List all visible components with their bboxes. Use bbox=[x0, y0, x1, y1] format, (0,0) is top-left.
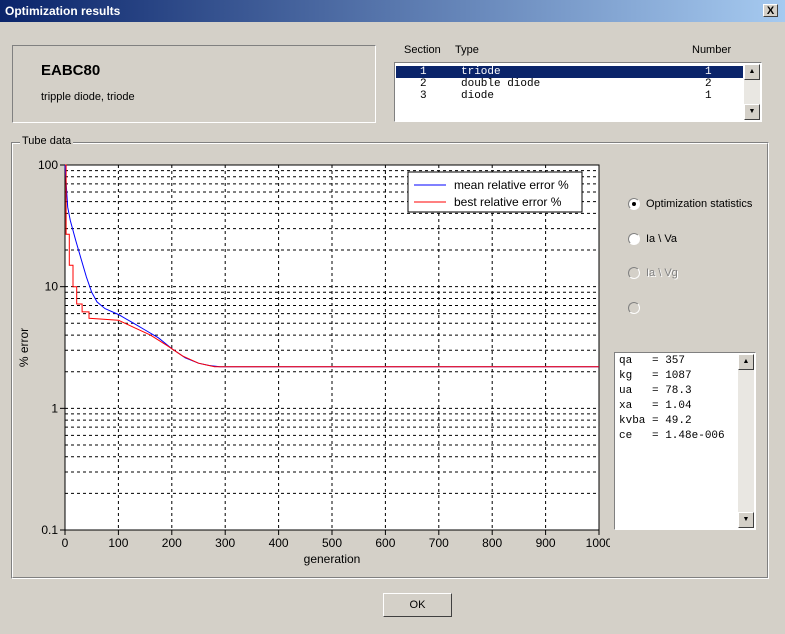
x-tick-label: 500 bbox=[322, 536, 342, 550]
y-tick-label: 0.1 bbox=[41, 523, 58, 537]
statistics-scrollbar[interactable]: ▲ ▼ bbox=[738, 354, 754, 528]
radio-label: Ia \ Va bbox=[646, 233, 677, 245]
row-type: double diode bbox=[461, 78, 541, 90]
stat-line: ua = 78.3 bbox=[619, 385, 692, 397]
list-item[interactable]: 3 diode 1 bbox=[396, 90, 743, 102]
radio-dot-icon bbox=[628, 198, 640, 210]
tube-name: EABC80 bbox=[41, 62, 101, 79]
sections-scrollbar[interactable]: ▲ ▼ bbox=[744, 64, 760, 120]
scroll-up-icon[interactable]: ▲ bbox=[738, 354, 754, 370]
radio-dot-icon bbox=[628, 302, 640, 314]
radio-label: Optimization statistics bbox=[646, 198, 753, 210]
list-item[interactable]: 1 triode 1 bbox=[396, 66, 743, 78]
stat-line: kvba = 49.2 bbox=[619, 415, 692, 427]
x-tick-label: 1000 bbox=[586, 536, 610, 550]
window-title: Optimization results bbox=[5, 4, 121, 18]
stat-line: qa = 357 bbox=[619, 355, 686, 367]
scroll-up-icon[interactable]: ▲ bbox=[744, 64, 760, 80]
radio-dot-icon bbox=[628, 267, 640, 279]
y-tick-label: 100 bbox=[38, 158, 58, 172]
x-tick-label: 0 bbox=[62, 536, 69, 550]
row-number: 2 bbox=[705, 78, 712, 90]
tube-description: tripple diode, triode bbox=[41, 91, 135, 103]
row-number: 1 bbox=[705, 66, 712, 78]
list-item[interactable]: 2 double diode 2 bbox=[396, 78, 743, 90]
y-tick-label: 1 bbox=[51, 401, 58, 415]
row-type: triode bbox=[461, 66, 501, 78]
x-tick-label: 800 bbox=[482, 536, 502, 550]
close-button[interactable]: X bbox=[763, 4, 778, 17]
title-bar: Optimization results X bbox=[0, 0, 785, 22]
legend-label: best relative error % bbox=[454, 195, 562, 209]
row-section: 3 bbox=[420, 90, 427, 102]
stat-line: ce = 1.48e-006 bbox=[619, 430, 725, 442]
stat-line: kg = 1087 bbox=[619, 370, 692, 382]
radio-dot-icon bbox=[628, 233, 640, 245]
x-tick-label: 200 bbox=[162, 536, 182, 550]
y-tick-label: 10 bbox=[45, 280, 59, 294]
x-tick-label: 100 bbox=[108, 536, 128, 550]
y-axis-label: % error bbox=[17, 328, 31, 367]
x-axis-label: generation bbox=[304, 552, 361, 566]
number-column-header: Number bbox=[692, 44, 732, 56]
tube-data-group-label: Tube data bbox=[20, 135, 74, 147]
stat-line: xa = 1.04 bbox=[619, 400, 692, 412]
legend-label: mean relative error % bbox=[454, 178, 569, 192]
scroll-down-icon[interactable]: ▼ bbox=[738, 512, 754, 528]
x-tick-label: 600 bbox=[375, 536, 395, 550]
x-tick-label: 400 bbox=[269, 536, 289, 550]
row-number: 1 bbox=[705, 90, 712, 102]
row-section: 2 bbox=[420, 78, 427, 90]
optimization-chart: 0 100 200 300 400 500 600 700 800 900 1000 0.1 1 10 10… bbox=[17, 158, 610, 566]
x-tick-label: 300 bbox=[215, 536, 235, 550]
row-section: 1 bbox=[420, 66, 427, 78]
x-tick-label: 900 bbox=[536, 536, 556, 550]
statistics-list[interactable]: qa = 357 kg = 1087 ua = 78.3 xa = 1.04 k… bbox=[614, 352, 756, 530]
section-column-header: Section bbox=[404, 44, 441, 56]
scroll-down-icon[interactable]: ▼ bbox=[744, 104, 760, 120]
x-tick-label: 700 bbox=[429, 536, 449, 550]
radio-label: Ia \ Vg bbox=[646, 267, 678, 279]
sections-list[interactable]: 1 triode 1 2 double diode 2 3 diode 1 ▲ … bbox=[394, 62, 762, 122]
type-column-header: Type bbox=[455, 44, 479, 56]
ok-button[interactable]: OK bbox=[383, 593, 452, 617]
tube-info-panel: EABC80 tripple diode, triode bbox=[12, 45, 376, 123]
row-type: diode bbox=[461, 90, 495, 102]
